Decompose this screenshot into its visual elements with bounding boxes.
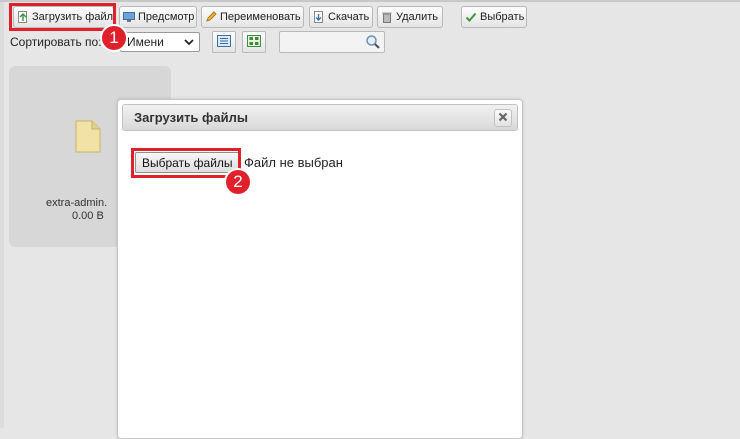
download-icon: [313, 11, 325, 23]
highlight-upload-button: [9, 3, 116, 31]
select-icon: [465, 11, 477, 23]
download-button[interactable]: Скачать: [309, 6, 373, 28]
search-icon[interactable]: [365, 34, 381, 53]
rename-button[interactable]: Переименовать: [201, 6, 304, 28]
select-label: Выбрать: [480, 11, 525, 23]
grid-view-button[interactable]: [242, 31, 266, 53]
highlight-choose-files-button: [131, 148, 241, 178]
search-input[interactable]: [279, 31, 385, 53]
select-button[interactable]: Выбрать: [461, 6, 527, 28]
sort-label: Сортировать по:: [10, 35, 102, 49]
chevron-down-icon: [183, 36, 195, 51]
delete-icon: [381, 11, 393, 23]
download-label: Скачать: [328, 11, 370, 23]
delete-label: Удалить: [396, 11, 438, 23]
preview-icon: [123, 11, 135, 23]
grid-view-icon: [247, 34, 261, 50]
list-view-icon: [217, 34, 231, 50]
close-icon: [498, 111, 508, 125]
rename-icon: [205, 11, 217, 23]
no-file-label: Файл не выбран: [244, 155, 343, 170]
step-badge-2: 2: [224, 168, 252, 196]
step-badge-1: 1: [100, 24, 128, 52]
delete-button[interactable]: Удалить: [377, 6, 443, 28]
dialog-title: Загрузить файлы: [134, 110, 248, 125]
sort-select[interactable]: Имени: [120, 32, 200, 52]
file-icon: [75, 120, 101, 156]
dialog-header: Загрузить файлы: [122, 104, 518, 131]
top-border: [0, 0, 740, 2]
close-button[interactable]: [494, 109, 512, 127]
left-panel-edge: [0, 2, 4, 428]
sort-value: Имени: [127, 35, 164, 49]
rename-label: Переименовать: [220, 11, 301, 23]
list-view-button[interactable]: [212, 31, 236, 53]
preview-label: Предсмотр: [138, 11, 195, 23]
preview-button[interactable]: Предсмотр: [119, 6, 197, 28]
